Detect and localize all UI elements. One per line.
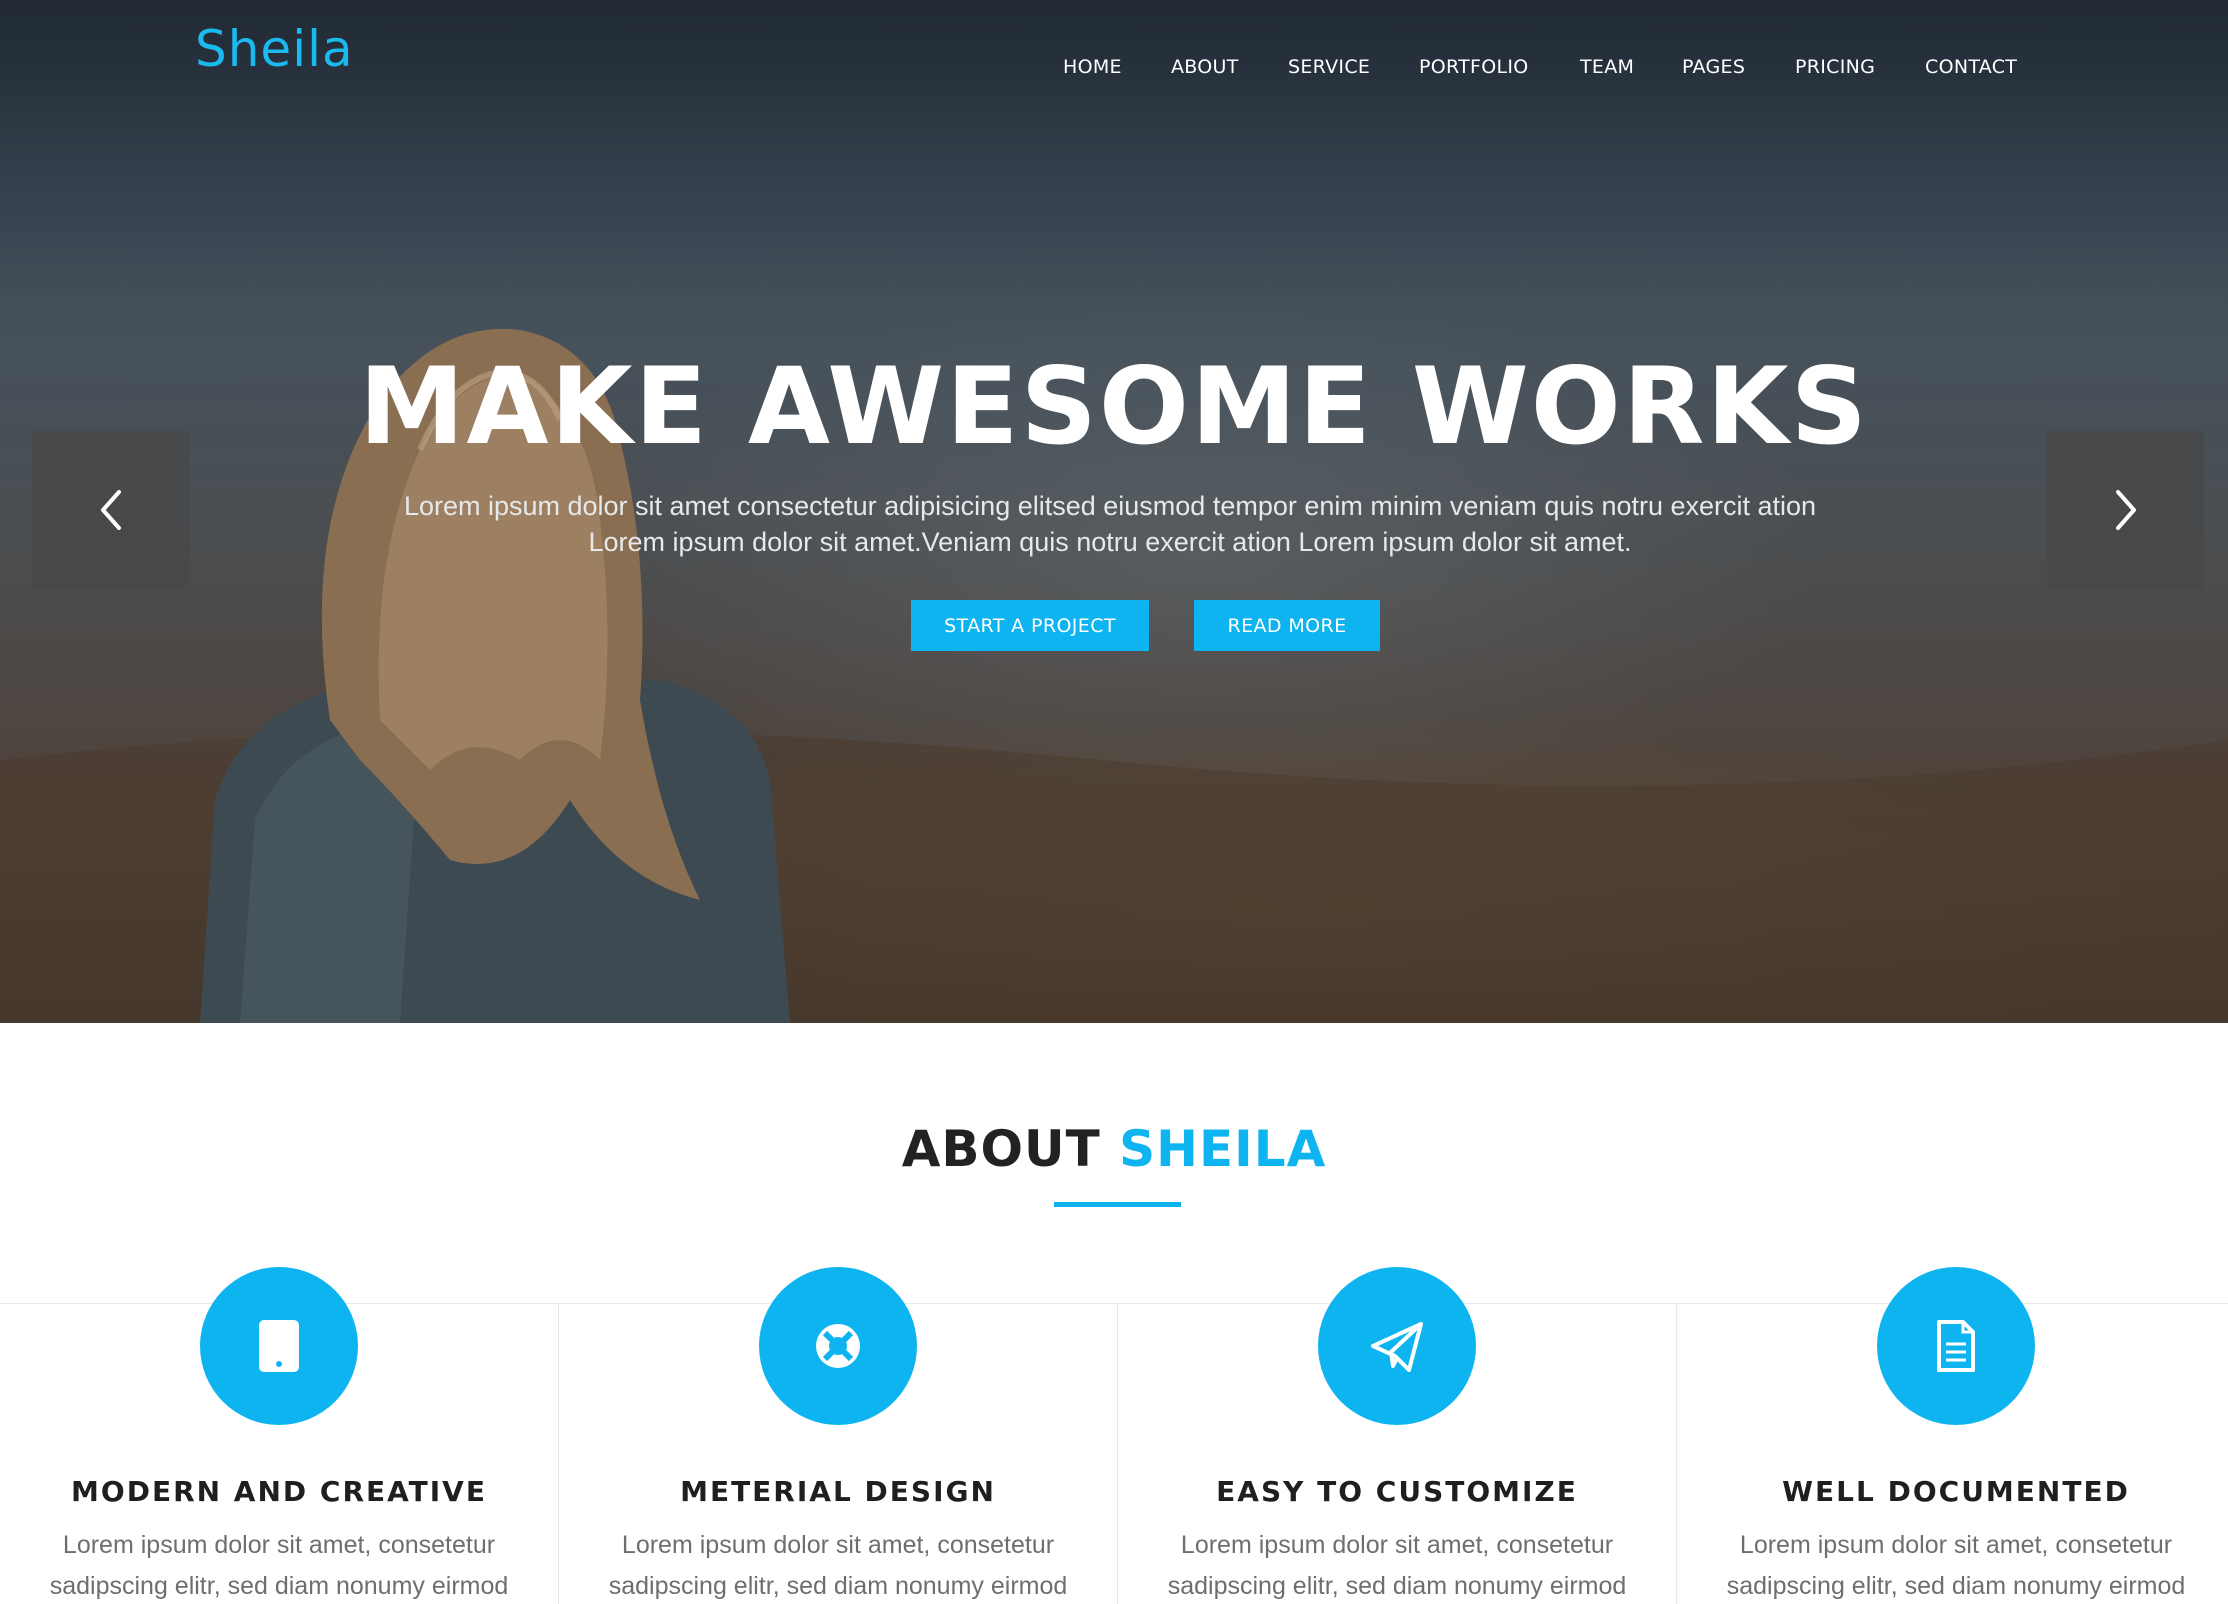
nav-item-about[interactable]: ABOUT — [1171, 56, 1239, 78]
feature-icon-circle — [759, 1267, 917, 1425]
feature-card: MODERN AND CREATIVE Lorem ipsum dolor si… — [0, 1267, 558, 1604]
feature-text: Lorem ipsum dolor sit amet, consetetur s… — [1726, 1531, 2186, 1600]
feature-title: WELL DOCUMENTED — [1782, 1475, 2130, 1508]
about-title-prefix: ABOUT — [901, 1120, 1101, 1178]
feature-text: Lorem ipsum dolor sit amet, consetetur s… — [1167, 1531, 1627, 1600]
feature-icon-circle — [1877, 1267, 2035, 1425]
hero-description: Lorem ipsum dolor sit amet consectetur a… — [403, 491, 1817, 557]
title-underline — [1054, 1202, 1181, 1207]
nav-item-pages[interactable]: PAGES — [1682, 56, 1745, 78]
nav-item-pricing[interactable]: PRICING — [1795, 56, 1875, 78]
nav-item-home[interactable]: HOME — [1063, 56, 1122, 78]
site-logo[interactable]: Sheila — [195, 20, 354, 78]
feature-text: Lorem ipsum dolor sit amet, consetetur s… — [49, 1531, 509, 1600]
chevron-left-icon — [100, 489, 121, 530]
nav-item-team[interactable]: TEAM — [1580, 56, 1634, 78]
main-nav: HOME ABOUT SERVICE PORTFOLIO TEAM PAGES … — [1040, 56, 2040, 80]
about-title: ABOUT SHEILA — [0, 1120, 2228, 1178]
feature-text: Lorem ipsum dolor sit amet, consetetur s… — [608, 1531, 1068, 1600]
nav-item-contact[interactable]: CONTACT — [1925, 56, 2017, 78]
tablet-icon — [259, 1320, 299, 1372]
document-icon — [1937, 1320, 1975, 1372]
chevron-right-icon — [2115, 489, 2136, 530]
hero-slider: Sheila HOME ABOUT SERVICE PORTFOLIO TEAM… — [0, 0, 2228, 1023]
paper-plane-icon — [1371, 1322, 1423, 1372]
feature-card: METERIAL DESIGN Lorem ipsum dolor sit am… — [559, 1267, 1117, 1604]
nav-item-service[interactable]: SERVICE — [1288, 56, 1370, 78]
feature-title: MODERN AND CREATIVE — [71, 1475, 487, 1508]
read-more-button[interactable]: READ MORE — [1194, 600, 1380, 651]
about-title-accent: SHEILA — [1119, 1120, 1327, 1178]
feature-icon-circle — [200, 1267, 358, 1425]
feature-icon-circle — [1318, 1267, 1476, 1425]
nav-item-portfolio[interactable]: PORTFOLIO — [1419, 56, 1529, 78]
feature-title: METERIAL DESIGN — [680, 1475, 996, 1508]
hero-title: MAKE AWESOME WORKS — [359, 345, 1869, 468]
start-project-button[interactable]: START A PROJECT — [911, 600, 1149, 651]
feature-card: EASY TO CUSTOMIZE Lorem ipsum dolor sit … — [1118, 1267, 1676, 1604]
feature-title: EASY TO CUSTOMIZE — [1216, 1475, 1578, 1508]
life-ring-icon — [816, 1324, 860, 1368]
feature-card: WELL DOCUMENTED Lorem ipsum dolor sit am… — [1677, 1267, 2228, 1604]
